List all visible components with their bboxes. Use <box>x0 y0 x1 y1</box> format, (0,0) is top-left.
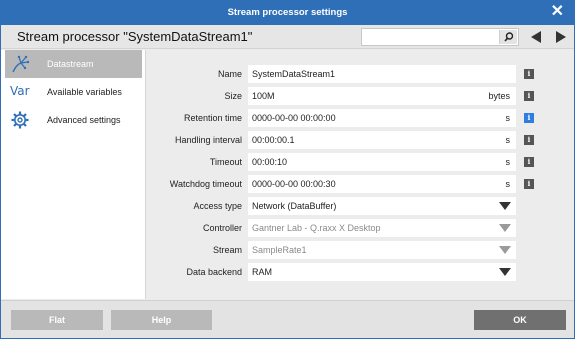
size-unit: bytes <box>488 91 510 101</box>
form-row-timeout: Timeout 00:00:10 s i <box>147 153 574 171</box>
access-type-select[interactable]: Network (DataBuffer) <box>248 197 516 215</box>
name-label: Name <box>217 69 242 79</box>
title-bar: Stream processor settings ✕ <box>1 1 574 25</box>
help-button[interactable]: Help <box>111 310 212 330</box>
settings-form: Name SystemDataStream1 i Size 100M bytes… <box>147 50 574 299</box>
info-icon[interactable]: i <box>524 135 534 145</box>
sidebar: Datastream Var Available variables Advan… <box>1 50 146 299</box>
footer-bar: Flat Help OK <box>1 300 574 338</box>
timeout-field[interactable]: 00:00:10 s <box>248 153 516 171</box>
watchdog-timeout-field[interactable]: 0000-00-00 00:00:30 s <box>248 175 516 193</box>
handling-interval-field[interactable]: 00:00:00.1 s <box>248 131 516 149</box>
size-label: Size <box>224 91 242 101</box>
stream-value: SampleRate1 <box>252 245 307 255</box>
watchdog-timeout-value: 0000-00-00 00:00:30 <box>252 179 336 189</box>
timeout-value: 00:00:10 <box>252 157 288 167</box>
sidebar-item-label: Advanced settings <box>47 115 121 125</box>
retention-time-unit: s <box>505 113 511 123</box>
data-backend-select[interactable]: RAM <box>248 263 516 281</box>
info-icon[interactable]: i <box>524 179 534 189</box>
sidebar-item-advanced-settings[interactable]: Advanced settings <box>5 106 142 134</box>
form-row-stream: Stream SampleRate1 <box>147 241 574 259</box>
stream-label: Stream <box>212 245 242 255</box>
sidebar-item-available-variables[interactable]: Var Available variables <box>5 78 142 106</box>
info-icon[interactable]: i <box>524 91 534 101</box>
access-type-label: Access type <box>193 201 242 211</box>
arrow-right-icon[interactable] <box>554 30 568 44</box>
name-value: SystemDataStream1 <box>252 69 336 79</box>
retention-time-value: 0000-00-00 00:00:00 <box>252 113 336 123</box>
datastream-icon <box>12 55 30 73</box>
stream-select[interactable]: SampleRate1 <box>248 241 516 259</box>
search-icon <box>504 32 514 42</box>
access-type-value: Network (DataBuffer) <box>252 201 337 211</box>
watchdog-timeout-label: Watchdog timeout <box>169 179 242 189</box>
ok-button[interactable]: OK <box>474 310 566 330</box>
header-bar: Stream processor "SystemDataStream1" <box>1 25 574 49</box>
form-row-name: Name SystemDataStream1 i <box>147 65 574 83</box>
info-icon[interactable]: i <box>524 113 534 123</box>
info-icon[interactable]: i <box>524 69 534 79</box>
search-button[interactable] <box>499 30 517 44</box>
controller-label: Controller <box>202 223 242 233</box>
handling-interval-unit: s <box>505 135 511 145</box>
handling-interval-value: 00:00:00.1 <box>252 135 295 145</box>
controller-value: Gantner Lab - Q.raxx X Desktop <box>252 223 381 233</box>
form-row-size: Size 100M bytes i <box>147 87 574 105</box>
form-row-data-backend: Data backend RAM <box>147 263 574 281</box>
form-row-retention-time: Retention time 0000-00-00 00:00:00 s i <box>147 109 574 127</box>
name-field[interactable]: SystemDataStream1 <box>248 65 516 83</box>
search-input[interactable] <box>364 30 492 44</box>
var-icon: Var <box>10 82 30 102</box>
form-row-access-type: Access type Network (DataBuffer) <box>147 197 574 215</box>
form-row-watchdog-timeout: Watchdog timeout 0000-00-00 00:00:30 s i <box>147 175 574 193</box>
chevron-down-icon[interactable] <box>499 268 511 276</box>
retention-time-field[interactable]: 0000-00-00 00:00:00 s <box>248 109 516 127</box>
info-icon[interactable]: i <box>524 157 534 167</box>
data-backend-value: RAM <box>252 267 272 277</box>
chevron-down-icon[interactable] <box>499 224 511 232</box>
flat-button[interactable]: Flat <box>11 310 103 330</box>
retention-time-label: Retention time <box>183 113 242 123</box>
size-field[interactable]: 100M bytes <box>248 87 516 105</box>
sidebar-item-datastream[interactable]: Datastream <box>5 50 142 78</box>
form-row-handling-interval: Handling interval 00:00:00.1 s i <box>147 131 574 149</box>
chevron-down-icon[interactable] <box>499 202 511 210</box>
page-title: Stream processor "SystemDataStream1" <box>17 29 253 44</box>
var-icon-text: Var <box>10 84 30 98</box>
sidebar-item-label: Datastream <box>47 59 94 69</box>
timeout-unit: s <box>505 157 511 167</box>
window-title: Stream processor settings <box>227 7 348 18</box>
watchdog-timeout-unit: s <box>505 179 511 189</box>
form-row-controller: Controller Gantner Lab - Q.raxx X Deskto… <box>147 219 574 237</box>
stream-processor-settings-dialog: Stream processor settings ✕ Stream proce… <box>0 0 575 339</box>
sidebar-item-label: Available variables <box>47 87 122 97</box>
chevron-down-icon[interactable] <box>499 246 511 254</box>
gear-icon <box>11 111 29 129</box>
close-icon[interactable]: ✕ <box>551 3 564 21</box>
data-backend-label: Data backend <box>186 267 242 277</box>
controller-select[interactable]: Gantner Lab - Q.raxx X Desktop <box>248 219 516 237</box>
handling-interval-label: Handling interval <box>174 135 242 145</box>
size-value: 100M <box>252 91 275 101</box>
arrow-left-icon[interactable] <box>529 30 543 44</box>
timeout-label: Timeout <box>209 157 242 167</box>
search-box <box>361 28 519 46</box>
